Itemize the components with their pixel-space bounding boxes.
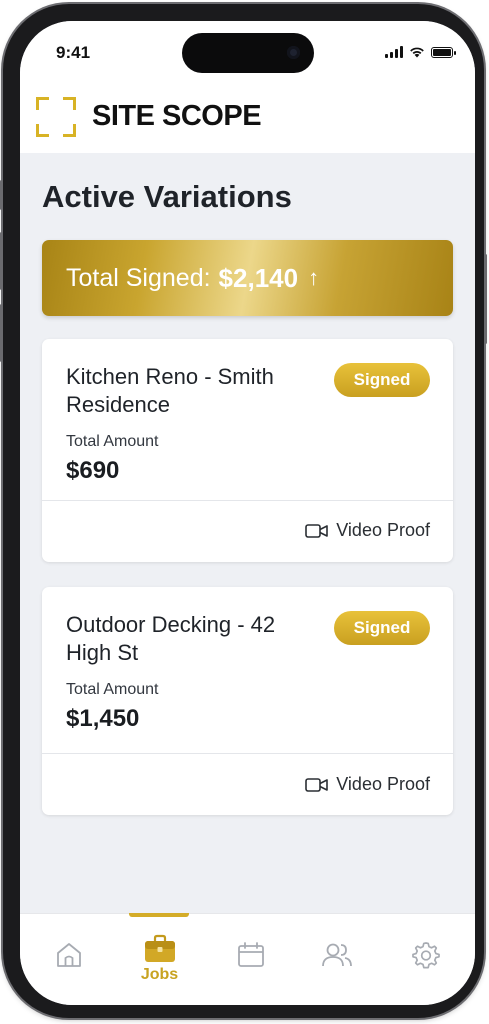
battery-icon [431,46,456,58]
home-icon [56,943,81,967]
variation-title: Kitchen Reno - Smith Residence [66,364,274,417]
amount-label: Total Amount [66,681,159,698]
amount-value: $1,450 [66,705,140,732]
volume-down-button [0,304,3,362]
active-tab-indicator [129,913,189,917]
tab-jobs-label: Jobs [140,966,179,983]
total-signed-label: Total Signed: [66,263,211,292]
video-proof-label: Video Proof [336,520,430,540]
tab-calendar[interactable] [205,914,296,1005]
card-divider [42,753,453,754]
amount-value: $690 [66,457,120,484]
video-camera-icon [305,523,329,538]
video-camera-icon [305,777,329,792]
phone-frame: 9:41 SITE SCOPE Active Variations Total … [0,4,487,1018]
tab-settings[interactable] [380,914,471,1005]
status-time: 9:41 [56,43,91,62]
video-proof-link[interactable]: Video Proof [305,774,430,795]
tab-jobs[interactable]: Jobs [114,913,205,1005]
logo-icon [36,97,76,137]
brand-name: SITE SCOPE [92,100,262,132]
bottom-tab-bar: Jobs [20,913,475,1005]
status-bar: 9:41 [20,21,475,81]
amount-label: Total Amount [66,433,159,450]
trend-up-icon: ↑ [308,265,320,290]
variation-card[interactable]: Kitchen Reno - Smith Residence Signed To… [42,339,453,562]
status-icons [385,45,456,59]
wifi-icon [410,47,424,58]
card-divider [42,500,453,501]
briefcase-icon [144,934,175,962]
total-signed-banner: Total Signed: $2,140 ↑ [42,240,453,316]
users-icon [321,943,352,967]
status-badge: Signed [334,363,430,397]
screen: 9:41 SITE SCOPE Active Variations Total … [20,21,475,1005]
tab-team[interactable] [291,914,382,1005]
total-signed-amount: $2,140 [218,262,299,293]
tab-home[interactable] [23,914,114,1005]
signal-icon [385,46,403,58]
volume-up-button [0,232,3,290]
status-badge: Signed [334,611,430,645]
video-proof-label: Video Proof [336,774,430,794]
settings-icon [411,942,440,969]
page-title: Active Variations [42,179,292,214]
app-header: SITE SCOPE [20,81,475,153]
variation-title: Outdoor Decking - 42 High St [66,612,276,665]
variation-card[interactable]: Outdoor Decking - 42 High St Signed Tota… [42,587,453,815]
dynamic-island [182,33,314,73]
camera-icon [287,46,300,59]
power-button [484,254,487,344]
calendar-icon [237,942,264,967]
video-proof-link[interactable]: Video Proof [305,520,430,541]
silent-switch [0,180,3,210]
